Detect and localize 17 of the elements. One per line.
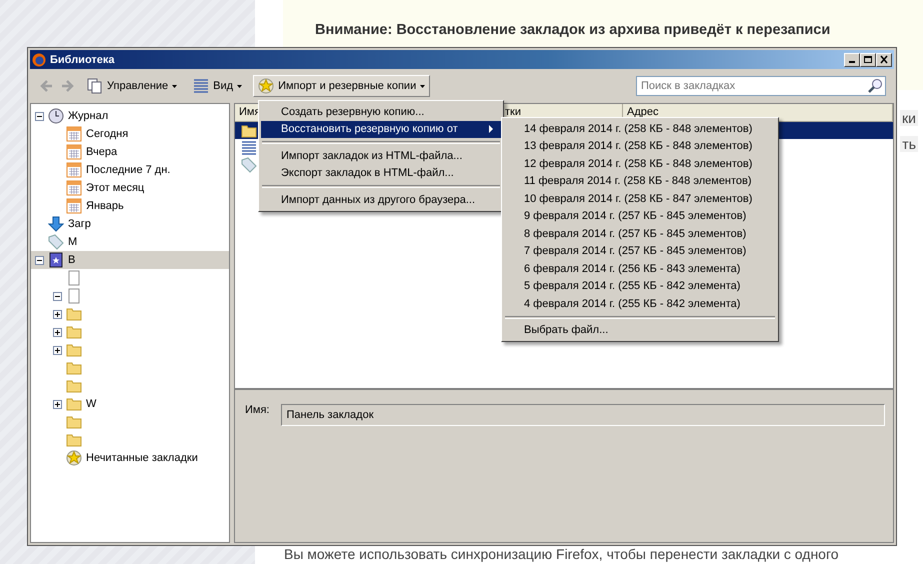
tree-label: Последние 7 дн. bbox=[86, 164, 170, 176]
tree-label: W bbox=[86, 398, 96, 410]
notice-text: Внимание: Восстановление закладок из архива приведёт к перезаписи bbox=[315, 22, 832, 38]
text-fragment: ки bbox=[900, 110, 918, 126]
field-label: Имя: bbox=[245, 404, 270, 416]
text-fragment: ть bbox=[900, 136, 918, 152]
tree-label: Январь bbox=[86, 200, 124, 212]
tree-label: Загр bbox=[68, 218, 91, 230]
tree-label: Журнал bbox=[68, 110, 108, 122]
tree-label: Сегодня bbox=[86, 128, 128, 140]
tree-label: М bbox=[68, 236, 78, 248]
tree-label: Этот месяц bbox=[86, 182, 144, 194]
window-title: Библиотека bbox=[50, 54, 116, 66]
tree-label: Вчера bbox=[86, 146, 118, 158]
body-text: Вы можете использовать синхронизацию Firefox, чтобы перенести закладки с одного bbox=[284, 546, 839, 562]
tree-label: В bbox=[68, 254, 76, 266]
tree-label: Нечитанные закладки bbox=[86, 452, 198, 464]
